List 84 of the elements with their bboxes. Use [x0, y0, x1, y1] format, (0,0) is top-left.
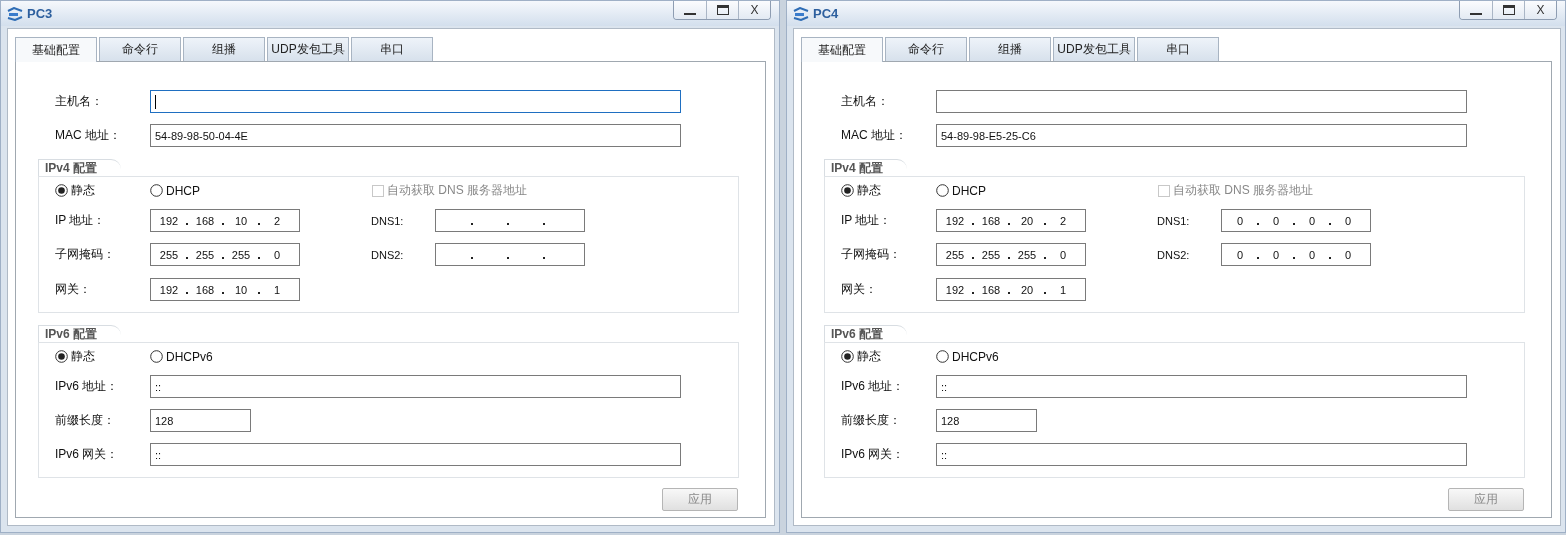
ip-address-field[interactable]: 255 255 255 0 [150, 243, 300, 266]
field-label: DNS2: [1157, 248, 1191, 261]
tab[interactable]: 串口 [351, 37, 433, 61]
radio-button[interactable] [936, 350, 949, 363]
ip-address-field[interactable]: 0 0 0 0 [1221, 209, 1371, 232]
field-label: IPv6 地址： [55, 378, 120, 395]
radio-label[interactable]: 静态 [71, 182, 95, 199]
radio-label[interactable]: DHCP [952, 183, 986, 198]
field-label: MAC 地址： [55, 127, 122, 144]
field-label: 网关： [55, 281, 92, 298]
field-label: IPv6 网关： [55, 446, 120, 463]
field-label: 前缀长度： [841, 412, 902, 429]
group-title: IPv6 配置 [38, 325, 122, 342]
maximize-button[interactable] [1492, 1, 1524, 19]
ip-address-field[interactable]: 192 168 10 2 [150, 209, 300, 232]
ipv6-address-field[interactable]: :: [936, 375, 1467, 398]
minimize-icon [1470, 12, 1482, 15]
minimize-icon [684, 12, 696, 15]
field-label: MAC 地址： [841, 127, 908, 144]
radio-label[interactable]: 静态 [857, 348, 881, 365]
ipv6-gateway-field[interactable]: :: [150, 443, 681, 466]
field-label: 前缀长度： [55, 412, 116, 429]
ip-address-field[interactable]: 192 168 20 1 [936, 278, 1086, 301]
radio-label[interactable]: 静态 [857, 182, 881, 199]
maximize-button[interactable] [706, 1, 738, 19]
radio-button[interactable] [150, 184, 163, 197]
field-label: 主机名： [55, 93, 104, 110]
radio-button[interactable] [55, 184, 68, 197]
radio-label[interactable]: DHCPv6 [952, 349, 999, 364]
close-button[interactable]: X [738, 1, 770, 19]
close-button[interactable]: X [1524, 1, 1556, 19]
host-name-field[interactable] [150, 90, 681, 113]
field-label: 子网掩码： [55, 246, 116, 263]
tab[interactable]: UDP发包工具 [1053, 37, 1135, 61]
field-label: 网关： [841, 281, 878, 298]
minimize-button[interactable] [1460, 1, 1492, 19]
network-icon [792, 7, 810, 21]
minimize-button[interactable] [674, 1, 706, 19]
field-label: IPv6 网关： [841, 446, 906, 463]
mac-address-field[interactable]: 54-89-98-E5-25-C6 [936, 124, 1467, 147]
tab[interactable]: 命令行 [885, 37, 967, 61]
radio-button[interactable] [150, 350, 163, 363]
tab[interactable]: 命令行 [99, 37, 181, 61]
field-label: 主机名： [841, 93, 890, 110]
prefix-length-field[interactable]: 128 [150, 409, 251, 432]
ip-address-field[interactable]: 255 255 255 0 [936, 243, 1086, 266]
tab[interactable]: 基础配置 [801, 37, 883, 62]
field-label: DNS1: [371, 214, 405, 227]
radio-label[interactable]: DHCPv6 [166, 349, 213, 364]
mac-address-field[interactable]: 54-89-98-50-04-4E [150, 124, 681, 147]
ip-address-field[interactable]: 192 168 10 1 [150, 278, 300, 301]
radio-label[interactable]: 静态 [71, 348, 95, 365]
tab[interactable]: 串口 [1137, 37, 1219, 61]
field-label: IP 地址： [841, 212, 893, 229]
field-label: IPv6 地址： [841, 378, 906, 395]
radio-button[interactable] [936, 184, 949, 197]
ip-address-field[interactable]: 192 168 20 2 [936, 209, 1086, 232]
maximize-icon [1502, 5, 1515, 15]
field-label: IP 地址： [55, 212, 107, 229]
field-label: DNS2: [371, 248, 405, 261]
ipv6-gateway-field[interactable]: :: [936, 443, 1467, 466]
group-title: IPv4 配置 [38, 159, 122, 176]
radio-button[interactable] [841, 350, 854, 363]
network-icon [6, 7, 24, 21]
ip-address-field[interactable]: 0 0 0 0 [1221, 243, 1371, 266]
radio-label[interactable]: DHCP [166, 183, 200, 198]
field-label: DNS1: [1157, 214, 1191, 227]
radio-button[interactable] [55, 350, 68, 363]
tab[interactable]: 组播 [969, 37, 1051, 61]
prefix-length-field[interactable]: 128 [936, 409, 1037, 432]
tab[interactable]: 组播 [183, 37, 265, 61]
tab[interactable]: 基础配置 [15, 37, 97, 62]
window-title: PC4 [813, 6, 839, 21]
ip-address-field[interactable] [435, 209, 585, 232]
window-title: PC3 [27, 6, 53, 21]
group-title: IPv4 配置 [824, 159, 908, 176]
radio-button[interactable] [841, 184, 854, 197]
group-title: IPv6 配置 [824, 325, 908, 342]
field-label: 子网掩码： [841, 246, 902, 263]
ip-address-field[interactable] [435, 243, 585, 266]
ipv6-address-field[interactable]: :: [150, 375, 681, 398]
maximize-icon [716, 5, 729, 15]
tab[interactable]: UDP发包工具 [267, 37, 349, 61]
host-name-field[interactable] [936, 90, 1467, 113]
